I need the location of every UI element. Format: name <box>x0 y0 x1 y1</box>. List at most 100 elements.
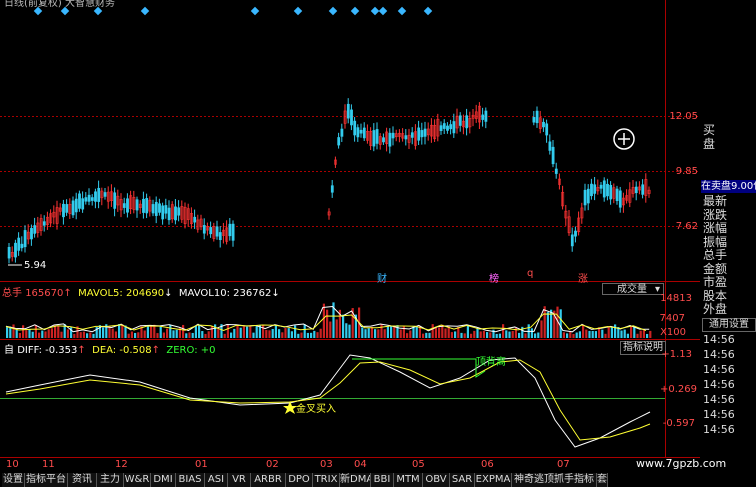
volume-bar <box>249 326 252 338</box>
volume-bar <box>607 327 610 338</box>
candle-body <box>404 135 408 140</box>
candle-body <box>532 117 536 123</box>
tab-18[interactable]: 神奇逃顶抓手指标 <box>512 473 597 487</box>
diff-label: DIFF: <box>17 345 42 356</box>
candle-body <box>174 206 177 221</box>
timestamp: 14:56 <box>703 423 735 436</box>
candle-body <box>122 203 126 208</box>
tab-15[interactable]: OBV <box>423 473 450 487</box>
indicator-help-button[interactable]: 指标说明 <box>620 341 666 355</box>
candle-body <box>202 225 206 234</box>
candle-body <box>126 198 129 213</box>
kline-chart[interactable] <box>0 0 700 472</box>
event-marker-q[interactable]: q <box>527 268 533 279</box>
macd-axis-label: +0.269 <box>659 384 697 395</box>
general-settings-button[interactable]: 通用设置 <box>702 318 756 332</box>
tab-3[interactable]: 主力 <box>97 473 124 487</box>
volume-bar <box>127 333 130 338</box>
tab-17[interactable]: EXPMA <box>475 473 512 487</box>
candle-body <box>84 197 88 202</box>
volume-bar <box>329 321 332 338</box>
tab-0[interactable]: 设置 <box>2 473 25 487</box>
candle-body <box>570 234 574 247</box>
x-axis-label: 05 <box>412 459 425 470</box>
tab-16[interactable]: SAR <box>450 473 475 487</box>
candlestick-series <box>7 98 651 264</box>
candle-body <box>481 114 485 120</box>
volume-bar <box>383 329 386 338</box>
candle-body <box>350 109 353 126</box>
candle-body <box>599 184 603 189</box>
volume-bar <box>495 333 498 338</box>
event-marker-bang[interactable]: 榜 <box>489 270 499 285</box>
candle-body <box>618 190 622 208</box>
volume-bar <box>489 332 492 338</box>
tab-1[interactable]: 指标平台 <box>25 473 68 487</box>
tab-2[interactable]: 资讯 <box>68 473 97 487</box>
event-marker-cai[interactable]: 财 <box>377 270 387 285</box>
volume-bar <box>210 325 213 338</box>
candle-body <box>590 183 593 197</box>
volume-bar <box>82 331 85 338</box>
tab-9[interactable]: ARBR <box>251 473 286 487</box>
volume-bar <box>201 331 204 338</box>
x-axis-label: 03 <box>320 459 333 470</box>
indicator-dropdown[interactable]: 成交量 ▾ <box>602 283 664 295</box>
candle-body <box>90 197 94 201</box>
tab-4[interactable]: W&R <box>124 473 151 487</box>
tab-8[interactable]: VR <box>228 473 251 487</box>
volume-bar <box>319 328 322 338</box>
volume-bar <box>265 329 268 338</box>
tab-14[interactable]: MTM <box>394 473 423 487</box>
candle-body <box>209 227 213 235</box>
tab-19[interactable]: 套 <box>597 473 608 487</box>
volume-bar <box>367 328 370 338</box>
x-axis-label: 06 <box>481 459 494 470</box>
volume-bar <box>569 331 572 338</box>
volume-bar <box>594 331 597 338</box>
tab-10[interactable]: DPO <box>286 473 313 487</box>
event-marker-zhang[interactable]: 涨 <box>578 270 588 285</box>
volume-axis-label: 7407 <box>659 313 685 324</box>
mavol10-value: 236762 <box>233 288 272 299</box>
volume-bar <box>508 331 511 338</box>
candle-body <box>641 184 645 195</box>
volume-bar <box>166 328 169 338</box>
volume-bar <box>47 329 50 338</box>
sell-queue-row[interactable]: 在卖盘9.00位 <box>701 180 756 193</box>
candle-body <box>439 125 443 132</box>
candle-body <box>362 127 366 139</box>
quote-field-label: 涨幅 <box>703 221 728 235</box>
volume-bar <box>274 325 277 338</box>
tab-13[interactable]: BBI <box>371 473 394 487</box>
volume-bar <box>534 333 537 338</box>
volume-bar <box>28 329 31 338</box>
volume-bar <box>79 332 82 338</box>
volume-bar <box>364 329 367 338</box>
timestamp: 14:56 <box>703 363 735 376</box>
candle-body <box>583 189 587 206</box>
tab-5[interactable]: DMI <box>151 473 176 487</box>
volume-bar <box>566 333 569 338</box>
tab-6[interactable]: BIAS <box>176 473 205 487</box>
candle-body <box>346 103 350 119</box>
volume-bar <box>223 333 226 338</box>
candle-body <box>548 141 552 151</box>
tab-11[interactable]: TRIX <box>313 473 340 487</box>
tab-7[interactable]: ASI <box>205 473 228 487</box>
candle-body <box>458 115 462 126</box>
candle-body <box>113 192 117 209</box>
x-axis-label: 10 <box>6 459 19 470</box>
volume-bar <box>89 332 92 338</box>
volume-bar <box>326 309 329 338</box>
price-axis-label: 7.62 <box>675 221 698 232</box>
x-axis-label: 02 <box>266 459 279 470</box>
tab-12[interactable]: 新DMA <box>340 473 371 487</box>
volume-bar <box>233 328 236 338</box>
candle-body <box>33 225 37 234</box>
golden-cross-annotation: 金叉买入 <box>296 404 336 415</box>
price-axis-label: 9.85 <box>675 166 698 177</box>
volume-bar <box>306 332 309 338</box>
volume-bar <box>374 329 377 338</box>
volume-bar <box>313 330 316 338</box>
